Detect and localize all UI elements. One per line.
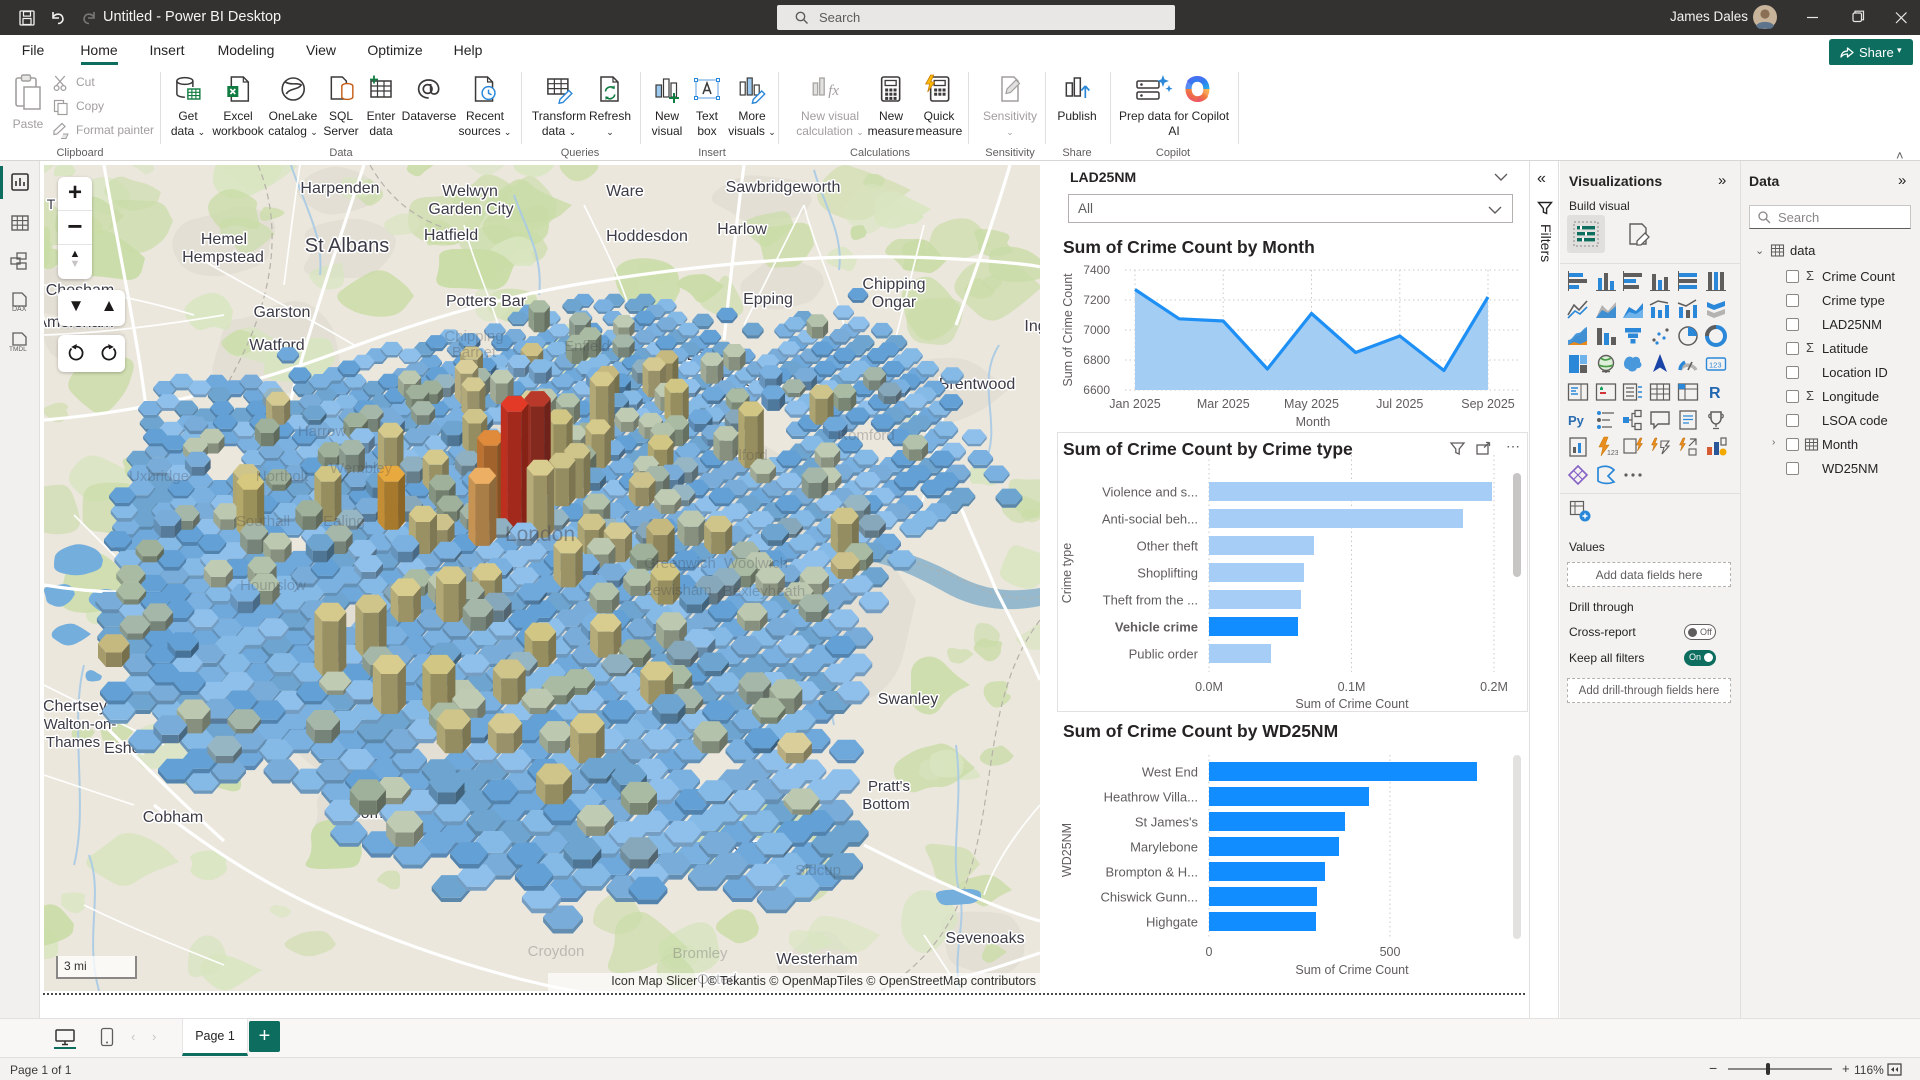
svg-text:Ongar: Ongar bbox=[872, 294, 917, 311]
svg-text:Pratt's: Pratt's bbox=[868, 778, 910, 795]
svg-text:Westerham: Westerham bbox=[776, 951, 858, 968]
svg-text:Chipping: Chipping bbox=[862, 276, 925, 293]
svg-text:Potters Bar: Potters Bar bbox=[446, 293, 527, 310]
svg-text:Harrow: Harrow bbox=[298, 423, 347, 440]
svg-text:123: 123 bbox=[1607, 450, 1618, 457]
svg-text:Shoplifting: Shoplifting bbox=[1137, 566, 1198, 581]
svg-text:500: 500 bbox=[1380, 945, 1401, 959]
svg-text:0.0M: 0.0M bbox=[1195, 680, 1223, 694]
svg-text:Sum of Crime Count: Sum of Crime Count bbox=[1295, 963, 1409, 977]
svg-text:TMDL: TMDL bbox=[9, 346, 27, 353]
svg-text:7000: 7000 bbox=[1083, 323, 1110, 337]
svg-text:Epping: Epping bbox=[743, 291, 793, 308]
svg-text:Wembley: Wembley bbox=[330, 460, 393, 477]
svg-text:Garden City: Garden City bbox=[428, 201, 513, 218]
svg-text:0.1M: 0.1M bbox=[1338, 680, 1366, 694]
svg-text:Northolt: Northolt bbox=[256, 468, 309, 485]
svg-text:Thames: Thames bbox=[46, 734, 100, 751]
svg-text:Sawbridgeworth: Sawbridgeworth bbox=[726, 179, 841, 196]
svg-text:Crime type: Crime type bbox=[1060, 543, 1074, 603]
svg-text:Swanley: Swanley bbox=[878, 691, 938, 708]
svg-text:Welwyn: Welwyn bbox=[442, 183, 498, 200]
svg-text:WD25NM: WD25NM bbox=[1060, 823, 1074, 877]
svg-text:Barnet: Barnet bbox=[452, 344, 497, 361]
svg-text:Other theft: Other theft bbox=[1137, 539, 1199, 554]
svg-text:Chiswick Gunn...: Chiswick Gunn... bbox=[1100, 890, 1198, 905]
svg-text:Jan 2025: Jan 2025 bbox=[1109, 397, 1160, 411]
svg-text:Cobham: Cobham bbox=[143, 809, 203, 826]
svg-text:Harpenden: Harpenden bbox=[300, 180, 379, 197]
svg-text:T: T bbox=[47, 196, 56, 212]
svg-text:Mar 2025: Mar 2025 bbox=[1197, 397, 1250, 411]
svg-text:Sidcup: Sidcup bbox=[795, 862, 841, 879]
svg-text:St Albans: St Albans bbox=[305, 235, 390, 257]
svg-text:6800: 6800 bbox=[1083, 353, 1110, 367]
svg-text:Hemel: Hemel bbox=[201, 231, 247, 248]
svg-text:Py: Py bbox=[1568, 413, 1585, 428]
svg-text:St James's: St James's bbox=[1135, 815, 1199, 830]
svg-text:Month: Month bbox=[1296, 415, 1331, 429]
svg-text:Hounslow: Hounslow bbox=[240, 577, 306, 594]
svg-text:Theft from the ...: Theft from the ... bbox=[1103, 593, 1198, 608]
svg-text:Public order: Public order bbox=[1129, 647, 1199, 662]
svg-text:Hoddesdon: Hoddesdon bbox=[606, 228, 688, 245]
svg-text:7200: 7200 bbox=[1083, 293, 1110, 307]
svg-text:0: 0 bbox=[1206, 945, 1213, 959]
svg-text:Bromley: Bromley bbox=[672, 945, 728, 962]
svg-text:Walton-on-: Walton-on- bbox=[44, 716, 116, 733]
svg-text:Chipping: Chipping bbox=[444, 328, 503, 345]
svg-text:Hempstead: Hempstead bbox=[182, 249, 264, 266]
svg-text:Sum of Crime Count: Sum of Crime Count bbox=[1295, 697, 1409, 711]
svg-text:Enfield: Enfield bbox=[564, 338, 610, 355]
svg-text:Marylebone: Marylebone bbox=[1130, 840, 1198, 855]
svg-text:Violence and s...: Violence and s... bbox=[1102, 485, 1198, 500]
svg-text:Garston: Garston bbox=[254, 304, 311, 321]
svg-text:Ware: Ware bbox=[606, 183, 644, 200]
svg-text:Hatfield: Hatfield bbox=[424, 227, 478, 244]
svg-text:6600: 6600 bbox=[1083, 383, 1110, 397]
svg-text:Croydon: Croydon bbox=[528, 943, 585, 960]
svg-text:0.2M: 0.2M bbox=[1480, 680, 1508, 694]
svg-text:Vehicle crime: Vehicle crime bbox=[1115, 620, 1198, 635]
svg-text:Heathrow Villa...: Heathrow Villa... bbox=[1104, 790, 1198, 805]
svg-text:London: London bbox=[505, 523, 575, 546]
svg-text:Romford: Romford bbox=[837, 427, 895, 444]
svg-text:Greenwich: Greenwich bbox=[644, 555, 716, 572]
svg-text:Sevenoaks: Sevenoaks bbox=[945, 930, 1024, 947]
svg-text:Southall: Southall bbox=[236, 513, 290, 530]
svg-text:Uxbridge: Uxbridge bbox=[129, 468, 189, 485]
svg-text:Chertsey: Chertsey bbox=[44, 698, 107, 715]
svg-text:Harlow: Harlow bbox=[717, 221, 767, 238]
svg-text:Jul 2025: Jul 2025 bbox=[1376, 397, 1423, 411]
svg-text:Ealing: Ealing bbox=[323, 513, 365, 530]
svg-text:DAX: DAX bbox=[12, 306, 27, 313]
svg-text:Woolwich: Woolwich bbox=[724, 555, 788, 572]
svg-text:Bexleyheath: Bexleyheath bbox=[723, 583, 806, 600]
svg-text:Inga: Inga bbox=[1024, 318, 1040, 335]
svg-text:Ilford: Ilford bbox=[734, 447, 767, 464]
svg-text:R: R bbox=[1709, 385, 1721, 402]
svg-text:Sep 2025: Sep 2025 bbox=[1461, 397, 1515, 411]
svg-text:Anti-social beh...: Anti-social beh... bbox=[1102, 512, 1198, 527]
svg-text:Sum of Crime Count: Sum of Crime Count bbox=[1061, 273, 1075, 387]
svg-text:7400: 7400 bbox=[1083, 263, 1110, 277]
svg-text:West End: West End bbox=[1142, 765, 1198, 780]
svg-text:Brompton & H...: Brompton & H... bbox=[1106, 865, 1198, 880]
svg-text:Bottom: Bottom bbox=[862, 796, 910, 813]
svg-text:Sum of Crime Count by Crime ty: Sum of Crime Count by Crime type bbox=[1063, 439, 1353, 459]
svg-text:fx: fx bbox=[828, 83, 839, 99]
svg-text:May 2025: May 2025 bbox=[1284, 397, 1339, 411]
svg-text:Lewisham: Lewisham bbox=[644, 582, 712, 599]
svg-text:123: 123 bbox=[1709, 361, 1722, 370]
svg-text:Highgate: Highgate bbox=[1146, 915, 1198, 930]
svg-text:Sum of Crime Count by Month: Sum of Crime Count by Month bbox=[1063, 237, 1315, 257]
svg-text:Sum of Crime Count by WD25NM: Sum of Crime Count by WD25NM bbox=[1063, 721, 1338, 741]
